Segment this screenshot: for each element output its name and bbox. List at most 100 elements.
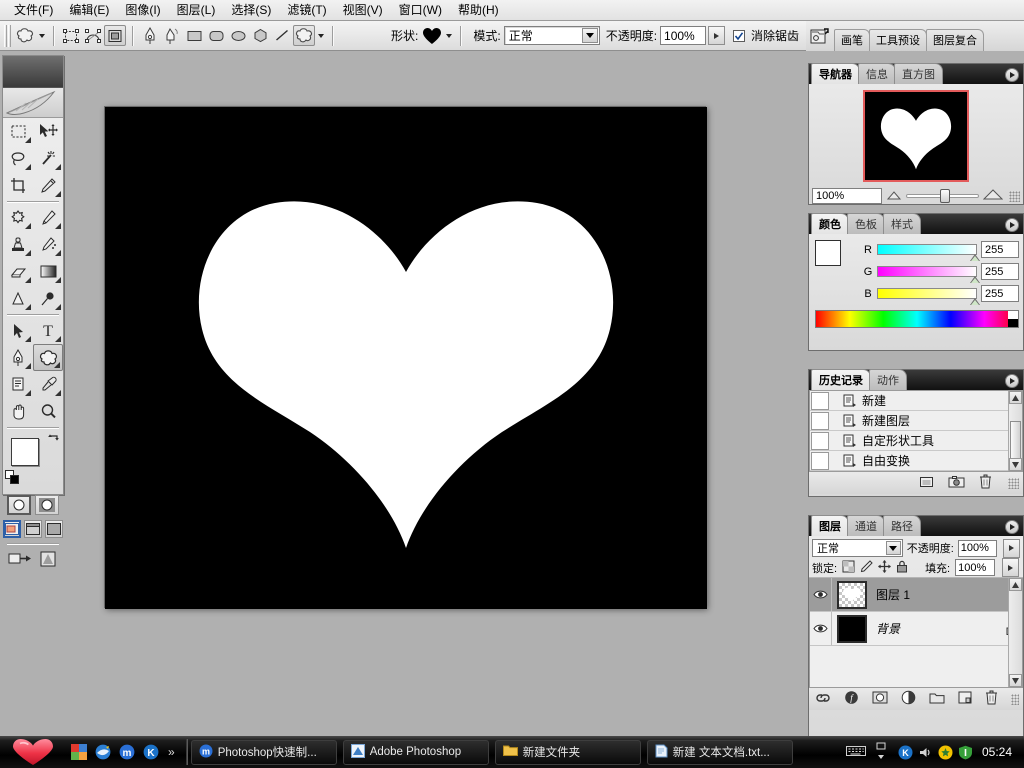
panel-resize-grip[interactable] [1009,190,1020,202]
antivirus-icon[interactable] [938,745,953,760]
fill-pixels-button[interactable] [104,25,126,46]
navigator-zoom-slider[interactable] [906,188,979,204]
scrollbar-thumb[interactable] [1010,421,1021,461]
history-item[interactable]: 载入选区 [810,471,1022,472]
slider-knob[interactable] [939,189,950,203]
shape-tool-options-dropdown[interactable] [315,26,326,46]
navigator-panel-menu-icon[interactable] [1005,68,1019,82]
toolbox-titlebar[interactable] [3,56,63,88]
kingsoft-icon[interactable]: K [142,744,159,761]
freeform-pen-option-icon[interactable] [161,25,183,46]
link-layers-icon[interactable] [815,692,831,707]
lock-transparent-icon[interactable] [842,560,855,576]
scroll-down-button[interactable] [1009,674,1022,687]
delete-layer-icon[interactable] [985,690,998,708]
menu-item-window[interactable]: 窗口(W) [391,1,450,19]
chevron-double-right-icon[interactable]: » [166,745,175,759]
full-screen-menubar-mode-button[interactable] [24,520,43,538]
layer-opacity-slider-button[interactable] [1003,538,1020,558]
green-slider[interactable] [877,266,980,283]
path-selection-tool[interactable] [3,317,33,344]
ellipse-tool-icon[interactable] [227,25,249,46]
lock-position-icon[interactable] [878,559,892,576]
red-value-input[interactable]: 255 [981,241,1019,258]
scroll-down-button[interactable] [1009,458,1022,471]
layer-style-fx-icon[interactable]: f [844,690,859,708]
opacity-slider-button[interactable] [708,26,726,45]
paths-button[interactable] [82,25,104,46]
ie-browser-icon[interactable] [94,744,111,761]
taskbar-item-new-text-document[interactable]: 新建 文本文档.txt... [646,739,793,765]
move-tool[interactable] [33,118,63,145]
history-snapshot-checkbox[interactable] [811,391,829,410]
history-scrollbar[interactable] [1008,391,1022,471]
gradient-tool[interactable] [33,258,63,285]
zoom-tool[interactable] [33,398,63,425]
notes-tool[interactable] [3,371,33,398]
history-brush-tool[interactable] [33,231,63,258]
history-snapshot-checkbox[interactable] [811,411,829,430]
tab-layers[interactable]: 图层 [811,515,849,536]
swap-colors-icon[interactable] [47,432,61,446]
layer-name[interactable]: 图层 1 [872,586,1000,603]
delete-trash-icon[interactable] [979,474,992,492]
tab-history[interactable]: 历史记录 [811,369,871,390]
standard-screen-mode-button[interactable] [3,520,22,538]
tab-info[interactable]: 信息 [858,63,896,84]
layer-fill-input[interactable]: 100% [955,559,996,576]
default-colors-icon[interactable] [5,470,21,489]
line-tool-icon[interactable] [271,25,293,46]
new-group-folder-icon[interactable] [929,692,945,707]
tab-styles[interactable]: 样式 [883,213,921,234]
taskbar-item-photoshop-tutorial[interactable]: m Photoshop快速制... [190,739,337,765]
jump-to-imageready-icon[interactable] [8,550,32,571]
heart-icon[interactable] [421,26,443,45]
menu-item-layer[interactable]: 图层(L) [169,1,224,19]
lock-image-icon[interactable] [860,559,873,576]
blue-slider[interactable] [877,288,980,305]
start-button[interactable] [0,736,66,768]
table-row[interactable]: 背景 [810,612,1022,646]
green-value-input[interactable]: 255 [981,263,1019,280]
hand-tool[interactable] [3,398,33,425]
layer-opacity-input[interactable]: 100% [957,539,998,557]
red-slider[interactable] [877,244,980,261]
menu-item-select[interactable]: 选择(S) [223,1,279,19]
foreground-color-swatch[interactable] [11,438,39,466]
polygon-tool-icon[interactable] [249,25,271,46]
history-item[interactable]: 自由变换 [810,451,1022,471]
menu-item-view[interactable]: 视图(V) [335,1,391,19]
layers-scrollbar[interactable] [1008,578,1022,687]
zoom-out-icon[interactable] [886,189,902,204]
type-tool[interactable]: T [33,317,63,344]
dodge-tool[interactable] [33,285,63,312]
snapshot-camera-icon[interactable] [948,475,965,492]
slice-tool[interactable] [33,172,63,199]
scroll-up-button[interactable] [1009,391,1022,404]
layers-panel-menu-icon[interactable] [1005,520,1019,534]
scroll-up-button[interactable] [1009,578,1022,591]
blue-value-input[interactable]: 255 [981,285,1019,302]
volume-icon[interactable] [918,745,933,760]
marquee-tool[interactable] [3,118,33,145]
tab-navigator[interactable]: 导航器 [811,63,860,84]
keyboard-icon[interactable] [845,745,866,760]
rectangle-tool-icon[interactable] [183,25,205,46]
layer-mask-icon[interactable] [872,691,888,707]
well-tab-tool-presets[interactable]: 工具预设 [869,29,927,51]
blend-mode-select[interactable]: 正常 [503,26,600,45]
full-screen-mode-button[interactable] [45,520,63,538]
history-item[interactable]: 新建图层 [810,411,1022,431]
history-snapshot-checkbox[interactable] [811,431,829,450]
layer-name[interactable]: 背景 [872,620,1000,637]
eyedropper-tool[interactable] [33,371,63,398]
table-row[interactable]: 图层 1 [810,578,1022,612]
navigator-zoom-input[interactable]: 100% [812,188,882,204]
kingsoft-tray-icon[interactable]: K [898,745,913,760]
crop-tool[interactable] [3,172,33,199]
tab-swatches[interactable]: 色板 [847,213,885,234]
shield-icon[interactable] [958,745,973,760]
active-tool-preset-icon[interactable] [14,25,36,46]
language-bar[interactable] [836,742,898,763]
maxthon-icon[interactable]: m [118,744,135,761]
